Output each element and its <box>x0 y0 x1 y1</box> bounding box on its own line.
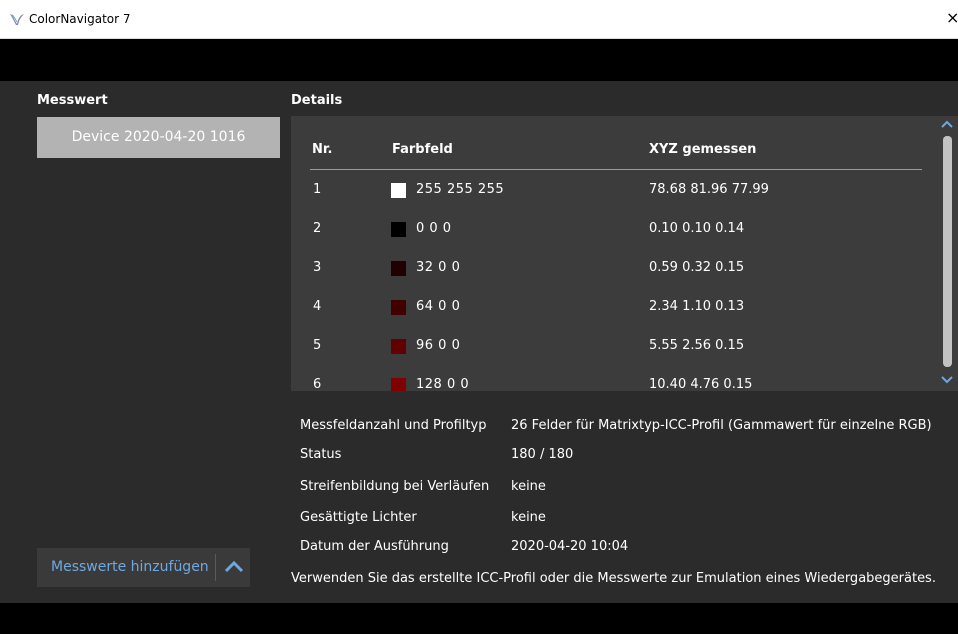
color-swatch <box>391 261 406 276</box>
footer-bar <box>0 603 958 634</box>
column-header-nr: Nr. <box>312 142 333 157</box>
table-row: 6 128 0 0 10.40 4.76 0.15 <box>291 368 936 391</box>
row-number: 4 <box>313 299 322 314</box>
add-measurements-button[interactable]: Messwerte hinzufügen <box>51 548 209 587</box>
row-number: 6 <box>313 377 322 391</box>
column-header-farbfeld: Farbfeld <box>392 142 453 157</box>
table-row: 1 255 255 255 78.68 81.96 77.99 <box>291 173 936 209</box>
chevron-up-icon[interactable] <box>220 554 248 581</box>
window-title: ColorNavigator 7 <box>29 12 131 26</box>
color-swatch <box>391 300 406 315</box>
info-label: Streifenbildung bei Verläufen <box>300 479 490 494</box>
info-label: Gesättigte Lichter <box>300 510 417 525</box>
scroll-down-icon[interactable] <box>940 375 954 385</box>
measurement-heading: Messwert <box>37 93 108 108</box>
details-table: Nr. Farbfeld XYZ gemessen 1 255 255 255 … <box>291 116 958 391</box>
table-row: 3 32 0 0 0.59 0.32 0.15 <box>291 251 936 287</box>
info-label: Datum der Ausführung <box>300 539 449 554</box>
color-swatch <box>391 183 406 198</box>
app-logo-icon <box>10 14 24 25</box>
row-xyz: 2.34 1.10 0.13 <box>649 299 745 314</box>
info-label: Messfeldanzahl und Profiltyp <box>300 418 487 433</box>
table-row: 5 96 0 0 5.55 2.56 0.15 <box>291 329 936 365</box>
row-xyz: 5.55 2.56 0.15 <box>649 338 745 353</box>
row-rgb: 0 0 0 <box>416 221 452 236</box>
details-heading: Details <box>291 93 343 108</box>
divider <box>215 554 216 581</box>
info-label: Status <box>300 447 342 462</box>
column-header-xyz: XYZ gemessen <box>649 142 757 157</box>
row-xyz: 0.59 0.32 0.15 <box>649 260 745 275</box>
table-row: 2 0 0 0 0.10 0.10 0.14 <box>291 212 936 248</box>
row-rgb: 128 0 0 <box>416 377 470 391</box>
info-value: keine <box>511 479 546 494</box>
title-bar: ColorNavigator 7 × <box>0 0 958 39</box>
table-row: 4 64 0 0 2.34 1.10 0.13 <box>291 290 936 326</box>
row-xyz: 78.68 81.96 77.99 <box>649 182 769 197</box>
row-rgb: 255 255 255 <box>416 182 505 197</box>
add-measurements-panel: Messwerte hinzufügen <box>37 548 250 587</box>
row-xyz: 0.10 0.10 0.14 <box>649 221 745 236</box>
row-number: 1 <box>313 182 322 197</box>
table-scrollbar[interactable] <box>936 116 958 391</box>
color-swatch <box>391 339 406 354</box>
color-swatch <box>391 222 406 237</box>
table-header: Nr. Farbfeld XYZ gemessen <box>291 116 936 170</box>
info-value: 26 Felder für Matrixtyp-ICC-Profil (Gamm… <box>511 418 932 433</box>
row-rgb: 32 0 0 <box>416 260 461 275</box>
info-value: keine <box>511 510 546 525</box>
row-rgb: 96 0 0 <box>416 338 461 353</box>
row-rgb: 64 0 0 <box>416 299 461 314</box>
toolbar <box>0 39 958 81</box>
row-xyz: 10.40 4.76 0.15 <box>649 377 753 391</box>
row-number: 2 <box>313 221 322 236</box>
measurement-list-item[interactable]: Device 2020-04-20 1016 <box>37 117 280 158</box>
scroll-up-icon[interactable] <box>940 119 954 129</box>
header-divider <box>310 169 922 170</box>
row-number: 3 <box>313 260 322 275</box>
info-value: 2020-04-20 10:04 <box>511 539 629 554</box>
info-value: 180 / 180 <box>511 447 574 462</box>
row-number: 5 <box>313 338 322 353</box>
main-panel: Messwert Details Device 2020-04-20 1016 … <box>0 81 958 603</box>
usage-note: Verwenden Sie das erstellte ICC-Profil o… <box>291 571 936 586</box>
close-icon[interactable]: × <box>946 10 958 26</box>
scroll-thumb[interactable] <box>943 136 952 367</box>
color-swatch <box>391 378 406 391</box>
